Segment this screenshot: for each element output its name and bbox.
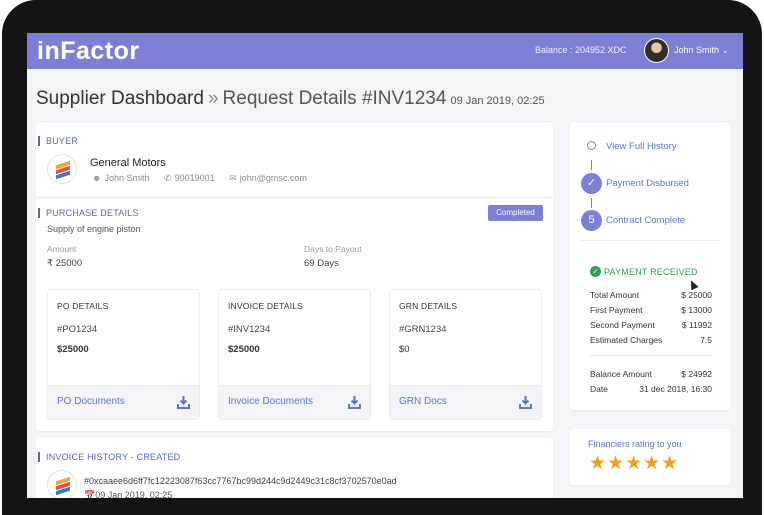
breadcrumb-separator: »: [207, 88, 219, 109]
calendar-icon: 📅: [84, 490, 96, 498]
app-screen: inFactor Balance : 204952 XDC John Smith…: [27, 33, 743, 498]
summary-row: Estimated Charges 7.5: [590, 335, 712, 345]
po-amount: $25000: [57, 344, 89, 355]
payment-disbursed-step: Payment Disbursed: [606, 178, 689, 189]
balance-value: $ 24992: [681, 369, 712, 379]
rating-label: Financiers rating to you: [588, 439, 682, 449]
request-details-card: BUYER General Motors ☻ John Smith ✆ 900190…: [36, 123, 553, 431]
summary-value: $ 25000: [681, 290, 712, 300]
payment-status-card: View Full History ✓ Payment Disbursed 5 …: [570, 123, 730, 410]
summary-label: Estimated Charges: [590, 335, 663, 345]
download-icon[interactable]: [348, 395, 361, 409]
check-icon: ✓: [581, 173, 602, 194]
invoice-history-label: INVOICE HISTORY - CREATED: [38, 452, 180, 462]
breadcrumb-dashboard[interactable]: Supplier Dashboard: [36, 88, 204, 109]
device-frame: inFactor Balance : 204952 XDC John Smith…: [2, 0, 762, 515]
phone-icon: ✆: [164, 173, 172, 183]
timeline-connector: [591, 198, 592, 208]
view-full-history-link[interactable]: View Full History: [606, 141, 677, 152]
user-avatar[interactable]: [644, 38, 669, 63]
days-to-payout-label: Days to Payout: [304, 244, 362, 254]
step-number-badge: 5: [581, 210, 602, 231]
user-menu[interactable]: John Smith ⌄: [674, 45, 729, 56]
wallet-balance: Balance : 204952 XDC: [535, 45, 627, 55]
summary-value: $ 13000: [681, 305, 712, 315]
download-icon[interactable]: [177, 395, 190, 409]
purchase-description: Supply of engine piston: [47, 224, 141, 234]
buyer-company-name: General Motors: [90, 157, 166, 169]
company-logo-icon: [47, 154, 77, 184]
balance-label: Balance Amount: [590, 369, 652, 379]
divider: [580, 240, 720, 241]
company-logo-icon: [47, 470, 77, 498]
invoice-documents-link[interactable]: Invoice Documents: [228, 396, 313, 407]
page-title: Supplier Dashboard» Request Details #INV1…: [36, 88, 545, 110]
download-icon[interactable]: [519, 395, 532, 409]
invoice-details-box: INVOICE DETAILS #INV1234 $25000 Invoice …: [218, 289, 371, 420]
transaction-hash[interactable]: #0xcaaee6d6ff7fc12223087f63cc7767bc99d24…: [84, 476, 397, 486]
invoice-documents-footer: Invoice Documents: [219, 385, 370, 419]
status-badge: Completed: [488, 205, 543, 221]
timeline-dot-icon: [587, 141, 596, 150]
check-circle-icon: ✓: [590, 266, 601, 277]
po-documents-footer: PO Documents: [48, 385, 199, 419]
history-date: 09 Jan 2019, 02:25: [95, 490, 173, 498]
grn-number: #GRN1234: [399, 324, 447, 335]
po-documents-link[interactable]: PO Documents: [57, 396, 125, 407]
summary-label: Second Payment: [590, 320, 655, 330]
person-icon: ☻: [92, 173, 102, 183]
po-number: #PO1234: [57, 324, 98, 335]
invoice-details-title: INVOICE DETAILS: [228, 301, 304, 311]
buyer-phone: 90019001: [174, 173, 215, 183]
history-date-row: 📅09 Jan 2019, 02:25: [84, 490, 172, 498]
buyer-contact-row: ☻ John Smith ✆ 90019001 ✉ john@gmsc.com: [92, 173, 319, 184]
buyer-contact-name: John Smith: [104, 173, 150, 183]
summary-row: Second Payment $ 11992: [590, 320, 712, 330]
divider: [36, 197, 553, 198]
amount-value: ₹ 25000: [47, 258, 83, 269]
invoice-history-card: INVOICE HISTORY - CREATED #0xcaaee6d6ff7…: [36, 438, 553, 498]
amount-label: Amount: [47, 244, 77, 254]
invoice-amount: $25000: [228, 344, 260, 355]
summary-label: Total Amount: [590, 290, 640, 300]
buyer-section-label: BUYER: [38, 136, 78, 146]
grn-details-box: GRN DETAILS #GRN1234 $0 GRN Docs: [389, 289, 542, 420]
summary-row: Total Amount $ 25000: [590, 290, 712, 300]
po-details-title: PO DETAILS: [57, 301, 109, 311]
top-navbar: inFactor Balance : 204952 XDC John Smith…: [27, 33, 743, 69]
grn-details-title: GRN DETAILS: [399, 301, 458, 311]
date-row: Date 31 dec 2018, 16:30: [590, 384, 712, 394]
breadcrumb-request: Request Details #INV1234: [222, 88, 447, 109]
summary-value: $ 11992: [681, 320, 712, 330]
po-details-box: PO DETAILS #PO1234 $25000 PO Documents: [47, 289, 200, 420]
grn-docs-footer: GRN Docs: [390, 385, 541, 419]
grn-docs-link[interactable]: GRN Docs: [399, 396, 447, 407]
divider: [590, 355, 712, 356]
date-label: Date: [590, 384, 608, 394]
financier-rating-card: Financiers rating to you ★★★★★: [570, 429, 730, 485]
date-value: 31 dec 2018, 16:30: [639, 384, 712, 394]
summary-label: First Payment: [590, 305, 643, 315]
days-to-payout-value: 69 Days: [304, 258, 339, 269]
purchase-section-label: PURCHASE DETAILS: [38, 208, 139, 218]
summary-value: 7.5: [700, 335, 712, 345]
payment-received-status: PAYMENT RECEIVED: [604, 267, 698, 277]
invoice-number: #INV1234: [228, 324, 271, 335]
buyer-email[interactable]: john@gmsc.com: [240, 173, 307, 183]
timeline-connector: [591, 160, 592, 170]
contract-complete-step: Contract Complete: [606, 215, 686, 226]
mail-icon: ✉: [229, 173, 237, 183]
brand-logo[interactable]: inFactor: [37, 37, 140, 66]
summary-row: First Payment $ 13000: [590, 305, 712, 315]
balance-row: Balance Amount $ 24992: [590, 369, 712, 379]
star-rating-icon: ★★★★★: [589, 453, 680, 474]
request-date: 09 Jan 2019, 02:25: [450, 95, 545, 107]
grn-amount: $0: [399, 344, 410, 355]
